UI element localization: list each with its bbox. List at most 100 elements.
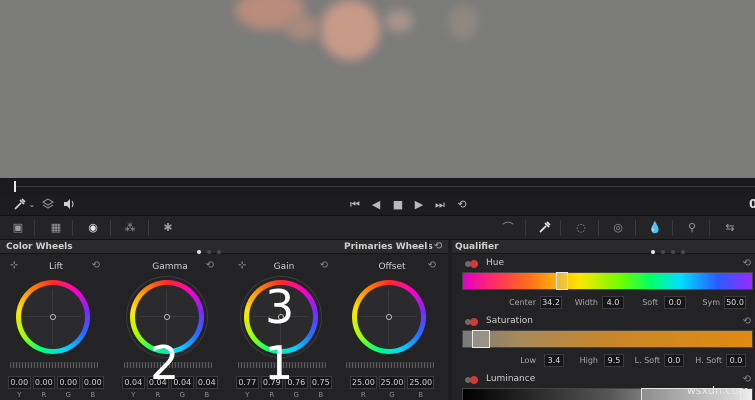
saturation-label: Saturation (486, 316, 533, 326)
width-value[interactable]: 4.0 (602, 296, 624, 309)
reset-icon[interactable]: ⟲ (92, 260, 100, 271)
low-value[interactable]: 3.4 (544, 354, 564, 367)
channel-label: B (204, 391, 210, 399)
qualifier-panel: Hue ⟲ Center 34.2 Width 4.0 Soft 0.0 Sym… (452, 254, 755, 400)
param-label: Center (509, 298, 536, 307)
image-region (320, 0, 380, 60)
motion-effects-icon[interactable]: ✱ (160, 220, 176, 236)
value-b[interactable]: 0.00 (81, 376, 104, 389)
param-label: H. Soft (695, 356, 722, 365)
luminance-enable-toggle[interactable] (470, 376, 478, 384)
saturation-bar[interactable] (462, 330, 753, 348)
sizing-icon[interactable]: ⇆ (722, 220, 738, 236)
value-b[interactable]: 0.04 (195, 376, 218, 389)
wheel-offset: Offset ⟲ 25.00 25.00 25.00 R G B (336, 254, 448, 400)
divider (560, 220, 561, 236)
hue-params: Center 34.2 Width 4.0 Soft 0.0 Sym 50.0 (452, 296, 755, 310)
key-icon[interactable]: ⚲ (684, 220, 700, 236)
camera-raw-icon[interactable]: ▣ (10, 220, 26, 236)
reset-icon[interactable]: ⟲ (206, 260, 214, 271)
stop-icon[interactable]: ■ (392, 197, 404, 213)
value-y[interactable]: 0.77 (236, 376, 259, 389)
timeline-scrubber[interactable] (0, 178, 755, 194)
chevron-down-icon[interactable]: ⌄ (28, 197, 36, 213)
soft-value[interactable]: 0.0 (664, 296, 686, 309)
channel-label: G (293, 391, 299, 399)
param-label: Low (520, 356, 536, 365)
rgb-mixer-icon[interactable]: ⁂ (122, 220, 138, 236)
value-r[interactable]: 25.00 (350, 376, 377, 389)
value-b[interactable]: 0.75 (309, 376, 332, 389)
divider (72, 220, 73, 236)
hue-range-handle[interactable] (556, 272, 568, 290)
divider (110, 220, 111, 236)
divider (598, 220, 599, 236)
channel-label: G (65, 391, 71, 399)
window-icon[interactable]: ◌ (573, 220, 589, 236)
tracker-icon[interactable]: ◎ (610, 220, 626, 236)
image-region (385, 10, 413, 32)
saturation-params: Low 3.4 High 9.5 L. Soft 0.0 H. Soft 0.0 (452, 354, 755, 368)
high-value[interactable]: 9.5 (604, 354, 624, 367)
color-wheel[interactable] (16, 280, 90, 354)
wheel-puck[interactable] (50, 314, 56, 320)
image-viewer[interactable] (0, 0, 755, 178)
loop-icon[interactable]: ⟲ (455, 197, 469, 213)
color-wheel[interactable] (352, 280, 426, 354)
saturation-range-handle[interactable] (472, 330, 490, 348)
sym-value[interactable]: 50.0 (724, 296, 746, 309)
param-label: L. Soft (634, 356, 660, 365)
reset-icon[interactable]: ⟲ (743, 316, 751, 327)
divider (672, 220, 673, 236)
channel-label: G (389, 391, 395, 399)
playhead[interactable] (14, 181, 16, 192)
high-soft-value[interactable]: 0.0 (726, 354, 746, 367)
value-y[interactable]: 0.00 (8, 376, 31, 389)
wheel-puck[interactable] (164, 314, 170, 320)
low-soft-value[interactable]: 0.0 (664, 354, 684, 367)
speaker-icon[interactable] (62, 197, 76, 213)
value-g[interactable]: 0.00 (57, 376, 80, 389)
skip-back-icon[interactable]: ⏮ (348, 197, 362, 213)
channel-label: B (418, 391, 424, 399)
color-wheels-icon[interactable]: ◉ (85, 220, 101, 236)
eyedropper-icon[interactable] (12, 197, 28, 213)
skip-forward-icon[interactable]: ⏭ (433, 197, 447, 213)
master-wheel-slider[interactable] (346, 362, 434, 368)
channel-label: R (269, 391, 275, 399)
image-region (448, 5, 478, 40)
annotation-number-1: 1 (264, 336, 294, 390)
channel-label: Y (131, 391, 136, 399)
value-r[interactable]: 0.00 (32, 376, 55, 389)
color-match-icon[interactable]: ▦ (48, 220, 64, 236)
blur-icon[interactable]: 💧 (647, 220, 663, 236)
value-g[interactable]: 25.00 (378, 376, 406, 389)
luminance-label: Luminance (486, 374, 536, 384)
step-back-icon[interactable]: ◀ (370, 197, 382, 213)
saturation-enable-toggle[interactable] (470, 318, 478, 326)
qualifier-header: Qualifier (452, 240, 755, 254)
qualifier-eyedropper-icon[interactable] (537, 220, 553, 236)
color-wheels-header: Color Wheels Primaries Wheels ⌄ ⟲ (0, 240, 448, 254)
chevron-down-icon[interactable]: ⌄ (414, 240, 421, 254)
image-region (285, 15, 320, 40)
reset-icon[interactable]: ⟲ (434, 240, 442, 254)
hue-bar[interactable] (462, 272, 753, 290)
hue-enable-toggle[interactable] (470, 260, 478, 268)
hue-label: Hue (486, 258, 505, 268)
reset-icon[interactable]: ⟲ (428, 260, 436, 271)
reset-icon[interactable]: ⟲ (743, 258, 751, 269)
master-wheel-slider[interactable] (10, 362, 98, 368)
param-label: Soft (642, 298, 658, 307)
value-y[interactable]: 0.04 (122, 376, 145, 389)
play-icon[interactable]: ▶ (413, 197, 425, 213)
wheel-puck[interactable] (386, 314, 392, 320)
saturation-row: Saturation ⟲ (452, 316, 755, 330)
reset-icon[interactable]: ⟲ (320, 260, 328, 271)
curves-icon[interactable]: ⌒ (500, 220, 516, 236)
value-b[interactable]: 25.00 (407, 376, 435, 389)
channel-label: R (155, 391, 161, 399)
palette-toolbar: ▣ ▦ ◉ ⁂ ✱ ⌒ ◌ ◎ 💧 ⚲ ⇆ (0, 216, 755, 240)
layers-icon[interactable] (40, 197, 56, 213)
center-value[interactable]: 34.2 (540, 296, 562, 309)
